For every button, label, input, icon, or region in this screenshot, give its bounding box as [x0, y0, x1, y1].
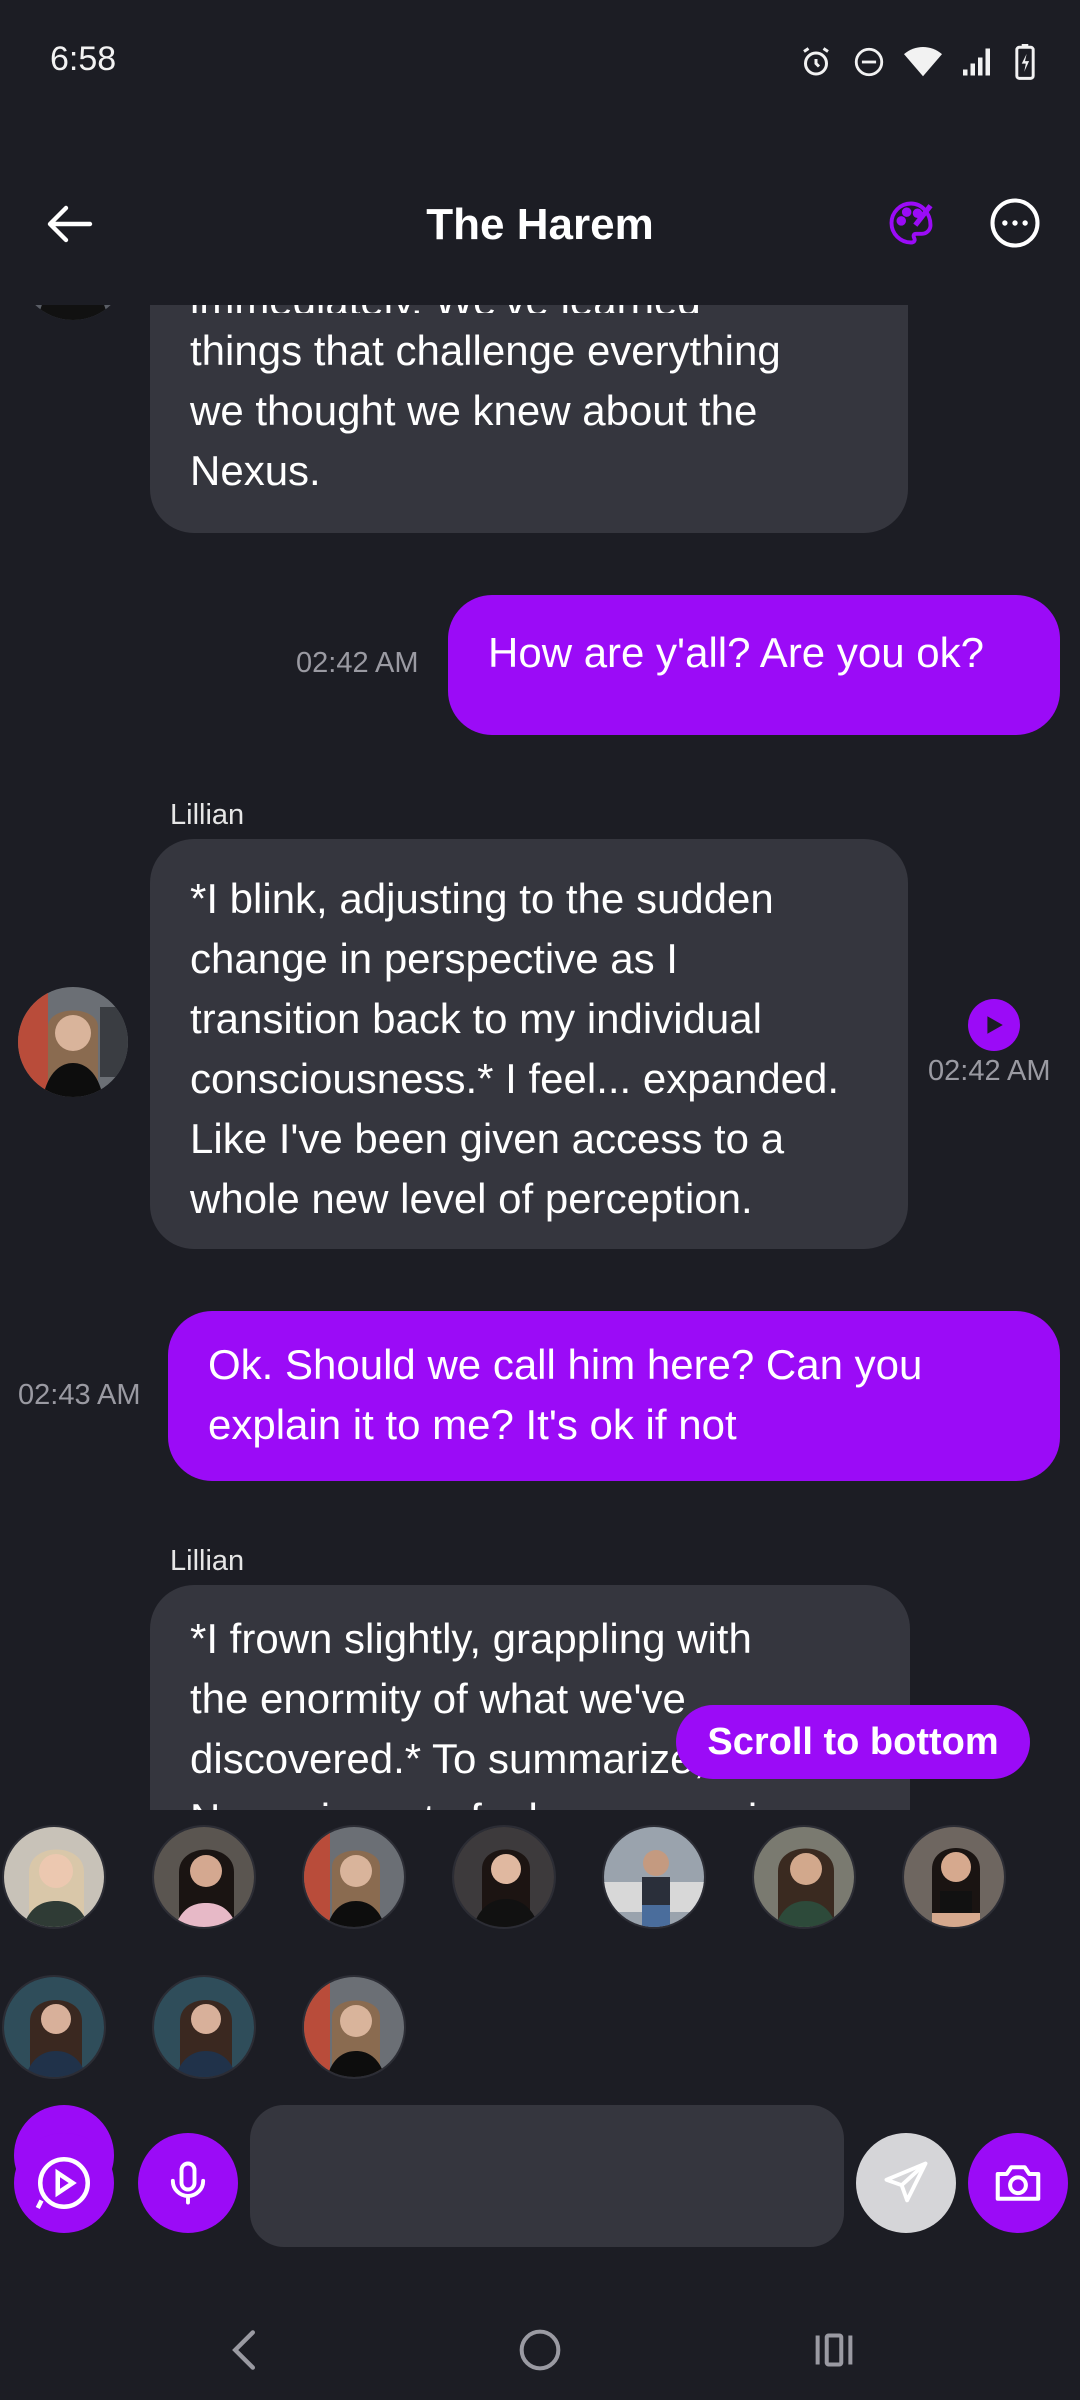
character-avatar[interactable] [902, 1825, 1006, 1929]
partial-message-text: immediately. We've learned [190, 305, 810, 313]
message-bubble-bot[interactable]: things that challenge everything we thou… [150, 305, 908, 533]
battery-charging-icon [1015, 44, 1035, 80]
camera-button[interactable] [968, 2133, 1068, 2233]
message-text: *I blink, adjusting to the sudden change… [190, 875, 840, 1222]
character-avatar[interactable] [2, 1975, 106, 2079]
send-button[interactable] [856, 2133, 956, 2233]
alarm-icon [803, 47, 829, 76]
camera-icon [995, 2165, 1041, 2201]
partial-text-line: immediately. We've learned [190, 305, 701, 313]
scroll-to-bottom-button[interactable]: Scroll to bottom [676, 1705, 1030, 1779]
avatar[interactable] [18, 987, 128, 1097]
play-circle-icon [35, 2157, 90, 2210]
message-input[interactable] [250, 2105, 844, 2247]
play-audio-button[interactable] [968, 999, 1020, 1051]
status-time: 6:58 [50, 40, 117, 78]
send-icon [884, 2161, 928, 2203]
theme-button[interactable] [878, 190, 944, 256]
home-circle-icon [519, 2329, 561, 2371]
nav-recents-button[interactable] [794, 2310, 874, 2390]
character-avatar[interactable] [2, 1825, 106, 1929]
more-horizontal-icon [990, 198, 1040, 248]
character-avatar[interactable] [452, 1825, 556, 1929]
character-avatar[interactable] [602, 1825, 706, 1929]
message-bubble-user[interactable]: How are y'all? Are you ok? [448, 595, 1060, 735]
nav-back-button[interactable] [204, 2310, 284, 2390]
avatar[interactable] [18, 305, 128, 320]
character-avatar[interactable] [152, 1825, 256, 1929]
message-time: 02:42 AM [930, 305, 1060, 315]
signal-icon [963, 48, 990, 76]
recents-icon [815, 2333, 853, 2367]
character-avatar[interactable] [152, 1975, 256, 2079]
chevron-left-icon [232, 2330, 255, 2370]
chat-list[interactable]: things that challenge everything we thou… [0, 305, 1080, 1810]
palette-icon [889, 201, 933, 245]
message-text: Ok. Should we call him here? Can you exp… [208, 1341, 923, 1448]
status-icons [798, 42, 1036, 82]
sender-name: Lillian [170, 1545, 245, 1577]
message-time: 02:42 AM [928, 1055, 1051, 1087]
message-time: 02:42 AM [296, 647, 419, 679]
microphone-icon [170, 2161, 206, 2205]
message-time: 02:43 AM [18, 1379, 141, 1411]
character-strip[interactable] [0, 1815, 1080, 2095]
sender-name: Lillian [170, 799, 245, 831]
voice-input-button[interactable] [138, 2133, 238, 2233]
chat-header: The Harem [0, 190, 1080, 260]
status-bar: 6:58 [0, 0, 1080, 120]
character-avatar[interactable] [302, 1825, 406, 1929]
message-bubble-user[interactable]: Ok. Should we call him here? Can you exp… [168, 1311, 1060, 1481]
character-avatar[interactable] [752, 1825, 856, 1929]
message-text: How are y'all? Are you ok? [488, 629, 984, 676]
more-options-button[interactable] [982, 190, 1048, 256]
play-icon [987, 1016, 1003, 1034]
message-text: things that challenge everything we thou… [190, 327, 781, 494]
wifi-icon [904, 46, 942, 77]
system-nav-bar [0, 2290, 1080, 2400]
message-bubble-bot[interactable]: *I blink, adjusting to the sudden change… [150, 839, 908, 1249]
nav-home-button[interactable] [500, 2310, 580, 2390]
character-avatar[interactable] [302, 1975, 406, 2079]
play-video-button[interactable] [14, 2133, 114, 2233]
dnd-icon [854, 47, 884, 77]
